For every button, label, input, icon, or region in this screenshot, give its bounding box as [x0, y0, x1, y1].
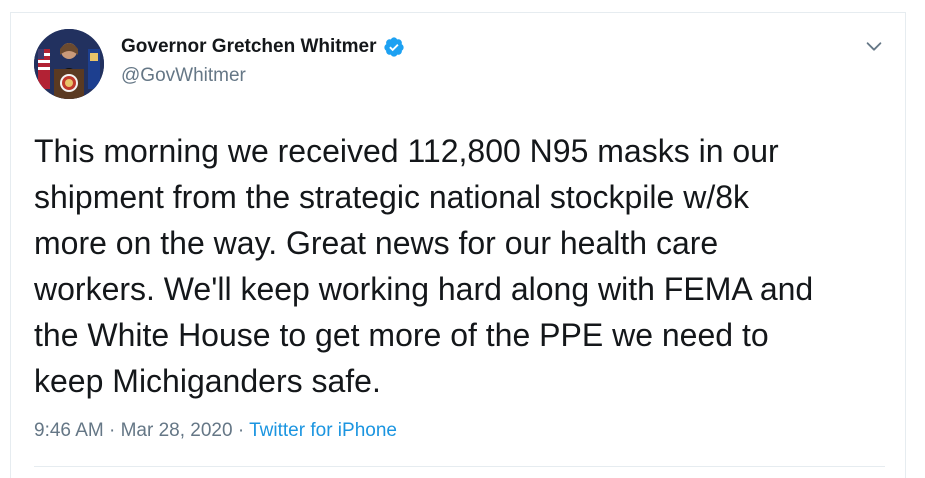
- meta-separator: ·: [109, 420, 116, 441]
- author-handle[interactable]: @GovWhitmer: [121, 64, 405, 88]
- chevron-down-icon: [866, 42, 882, 51]
- tweet-source-link[interactable]: Twitter for iPhone: [249, 420, 397, 441]
- author-name-row[interactable]: Governor Gretchen Whitmer: [121, 35, 405, 59]
- tweet-card: Governor Gretchen Whitmer @GovWhitmer Th…: [10, 12, 906, 478]
- tweet-text: This morning we received 112,800 N95 mas…: [34, 133, 814, 399]
- tweet-date[interactable]: Mar 28, 2020: [121, 420, 233, 441]
- tweet-time[interactable]: 9:46 AM: [34, 420, 104, 441]
- avatar[interactable]: [34, 29, 104, 99]
- tweet-menu-button[interactable]: [863, 35, 885, 57]
- divider: [34, 466, 885, 467]
- tweet-meta: 9:46 AM · Mar 28, 2020 · Twitter for iPh…: [34, 419, 397, 443]
- author-display-name[interactable]: Governor Gretchen Whitmer: [121, 35, 377, 59]
- meta-separator: ·: [237, 420, 245, 441]
- avatar-image: [34, 29, 104, 99]
- author-block: Governor Gretchen Whitmer @GovWhitmer: [121, 35, 405, 88]
- verified-badge-icon: [383, 36, 405, 58]
